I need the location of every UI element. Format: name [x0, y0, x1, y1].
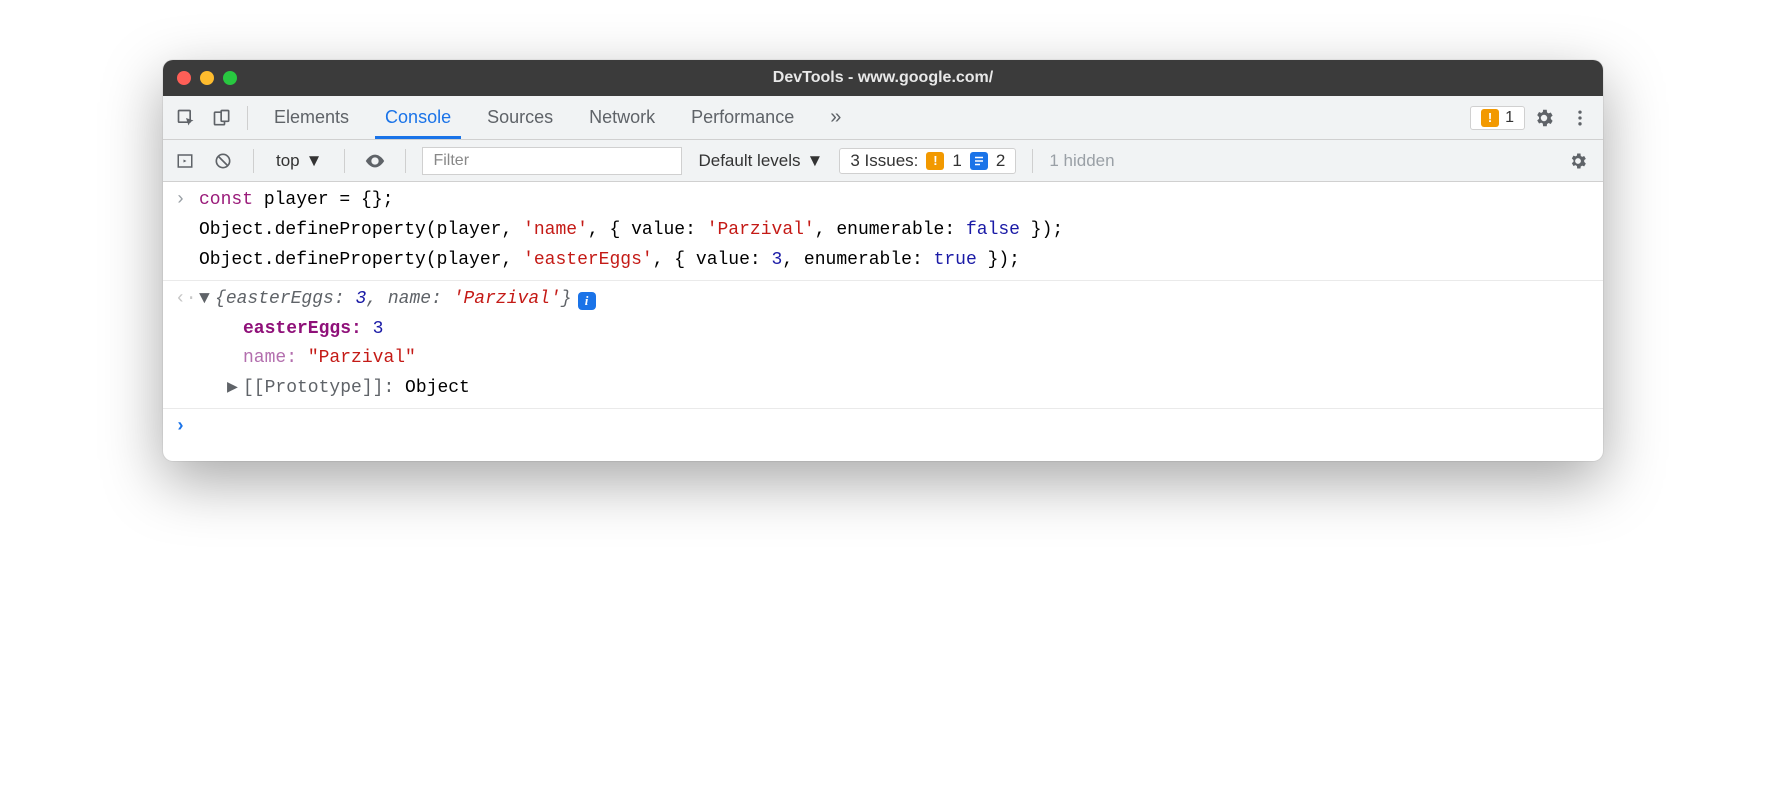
- console-output: › const player = {}; Object.defineProper…: [163, 182, 1603, 461]
- tab-performance[interactable]: Performance: [673, 96, 812, 139]
- console-toolbar: top ▼ Default levels ▼ 3 Issues: ! 1 2 1…: [163, 140, 1603, 182]
- close-window-button[interactable]: [177, 71, 191, 85]
- issues-warn-count: 1: [952, 151, 961, 171]
- warning-icon: !: [1481, 109, 1499, 127]
- main-tabbar: Elements Console Sources Network Perform…: [163, 96, 1603, 140]
- chevron-down-icon: ▼: [807, 151, 824, 171]
- console-result-row[interactable]: ‹· ▼{easterEggs: 3, name: 'Parzival'}i: [163, 285, 1603, 315]
- console-settings-gear-icon[interactable]: [1561, 144, 1595, 178]
- log-levels-selector[interactable]: Default levels ▼: [692, 149, 829, 173]
- panel-tabs: Elements Console Sources Network Perform…: [256, 96, 859, 139]
- separator: [253, 149, 254, 173]
- code-line: Object.defineProperty(player, 'easterEgg…: [199, 247, 1591, 275]
- minimize-window-button[interactable]: [200, 71, 214, 85]
- collapse-triangle-icon[interactable]: ▶: [227, 375, 241, 403]
- clear-console-icon[interactable]: [209, 144, 237, 178]
- inspect-element-icon[interactable]: [169, 101, 203, 135]
- separator: [163, 280, 1603, 281]
- code-line: const player = {};: [199, 187, 1591, 215]
- separator: [405, 149, 406, 173]
- hidden-count: 1 hidden: [1049, 151, 1114, 171]
- issues-button[interactable]: 3 Issues: ! 1 2: [839, 148, 1016, 174]
- titlebar: DevTools - www.google.com/: [163, 60, 1603, 96]
- expand-triangle-icon[interactable]: ▼: [199, 286, 213, 314]
- console-input-row[interactable]: Object.defineProperty(player, 'easterEgg…: [163, 246, 1603, 276]
- filter-input[interactable]: [422, 147, 682, 175]
- object-property-row[interactable]: easterEggs: 3: [163, 315, 1603, 345]
- context-label: top: [276, 151, 300, 171]
- warnings-badge[interactable]: ! 1: [1470, 106, 1525, 130]
- warning-count: 1: [1505, 109, 1514, 127]
- tabs-overflow-button[interactable]: »: [812, 96, 859, 139]
- object-prototype-row[interactable]: ▶[[Prototype]]: Object: [163, 374, 1603, 404]
- kebab-menu-icon[interactable]: [1563, 101, 1597, 135]
- separator: [163, 408, 1603, 409]
- object-info-icon[interactable]: i: [578, 292, 596, 310]
- maximize-window-button[interactable]: [223, 71, 237, 85]
- code-line: Object.defineProperty(player, 'name', { …: [199, 217, 1591, 245]
- object-property-row[interactable]: name: "Parzival": [163, 344, 1603, 374]
- console-input-row[interactable]: Object.defineProperty(player, 'name', { …: [163, 216, 1603, 246]
- info-icon: [970, 152, 988, 170]
- live-expression-eye-icon[interactable]: [361, 144, 389, 178]
- device-toolbar-icon[interactable]: [205, 101, 239, 135]
- window-title: DevTools - www.google.com/: [163, 69, 1603, 87]
- object-property: name: "Parzival": [199, 345, 1591, 373]
- warning-icon: !: [926, 152, 944, 170]
- tab-elements[interactable]: Elements: [256, 96, 367, 139]
- object-prototype: ▶[[Prototype]]: Object: [199, 375, 1591, 403]
- levels-label: Default levels: [698, 151, 800, 171]
- tab-sources[interactable]: Sources: [469, 96, 571, 139]
- separator: [247, 106, 248, 130]
- settings-gear-icon[interactable]: [1527, 101, 1561, 135]
- toggle-sidebar-icon[interactable]: [171, 144, 199, 178]
- object-summary[interactable]: ▼{easterEggs: 3, name: 'Parzival'}i: [199, 286, 1591, 314]
- tab-console[interactable]: Console: [367, 96, 469, 139]
- chevron-down-icon: ▼: [306, 151, 323, 171]
- prompt-chevron-icon: ›: [175, 414, 199, 442]
- window-controls: [177, 71, 237, 85]
- issues-label: 3 Issues:: [850, 151, 918, 171]
- tab-network[interactable]: Network: [571, 96, 673, 139]
- devtools-window: DevTools - www.google.com/ Elements Cons…: [163, 60, 1603, 461]
- context-selector[interactable]: top ▼: [270, 149, 328, 173]
- separator: [1032, 149, 1033, 173]
- result-chevron-icon: ‹·: [175, 286, 199, 314]
- prompt-chevron-icon: ›: [175, 187, 199, 215]
- console-input-row[interactable]: › const player = {};: [163, 186, 1603, 216]
- issues-info-count: 2: [996, 151, 1005, 171]
- console-prompt[interactable]: ›: [163, 413, 1603, 443]
- object-property: easterEggs: 3: [199, 316, 1591, 344]
- separator: [344, 149, 345, 173]
